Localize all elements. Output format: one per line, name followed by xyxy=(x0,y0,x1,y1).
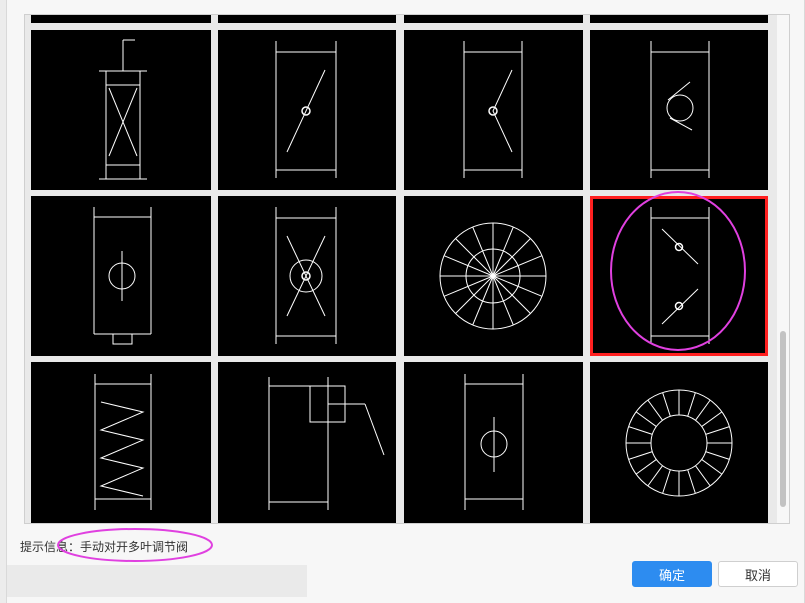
symbol-cell-damper-spring-circle[interactable] xyxy=(590,30,768,190)
symbol-cell-manual-opposed-multi-blade-damper[interactable] xyxy=(590,196,768,356)
hint-info: 提示信息：手动对开多叶调节阀 xyxy=(20,538,188,555)
damper-side-actuator-icon xyxy=(268,377,385,510)
ring-vaned-circle-icon xyxy=(625,389,733,497)
symbol-cell-damper-circle-with-bottom-tab[interactable] xyxy=(31,196,211,356)
damper-x-circle-icon xyxy=(275,207,337,344)
symbol-cell-partial[interactable] xyxy=(31,15,211,23)
symbol-cell-partial[interactable] xyxy=(590,15,768,23)
damper-circle-tab-icon xyxy=(93,207,152,345)
symbol-cell-partial[interactable] xyxy=(218,15,396,23)
scrollbar-thumb[interactable] xyxy=(780,331,786,507)
symbol-cell-damper-small-circle[interactable] xyxy=(404,362,583,523)
symbol-picker-dialog: 提示信息：手动对开多叶调节阀 确定 取消 xyxy=(6,0,805,603)
symbol-cell-damper-single-blade-diagonal[interactable] xyxy=(218,30,396,190)
opposed-multi-blade-damper-icon xyxy=(650,207,710,344)
symbol-cell-partial[interactable] xyxy=(404,15,583,23)
damper-spring-circle-icon xyxy=(650,41,710,178)
symbol-cell-round-ring-vaned[interactable] xyxy=(590,362,768,523)
symbol-cell-damper-zigzag[interactable] xyxy=(31,362,211,523)
symbol-gallery xyxy=(24,14,790,524)
radial-vaned-circle-icon xyxy=(439,222,547,330)
symbol-cell-damper-x-with-actuator[interactable] xyxy=(31,30,211,190)
cancel-button[interactable]: 取消 xyxy=(718,561,798,587)
symbol-cell-damper-side-actuator[interactable] xyxy=(218,362,396,523)
symbol-cell-damper-bent-blade[interactable] xyxy=(404,30,583,190)
hint-value: 手动对开多叶调节阀 xyxy=(80,540,189,554)
symbol-grid xyxy=(25,15,777,523)
background-strip xyxy=(7,565,307,597)
symbol-cell-damper-x-circle[interactable] xyxy=(218,196,396,356)
hint-label: 提示信息： xyxy=(20,540,81,554)
damper-x-with-actuator-icon xyxy=(99,39,147,180)
damper-single-blade-icon xyxy=(275,41,337,178)
damper-bent-blade-icon xyxy=(463,41,523,178)
damper-zigzag-icon xyxy=(94,374,152,510)
symbol-cell-round-radial-vaned[interactable] xyxy=(404,196,583,356)
gallery-scrollbar[interactable] xyxy=(777,15,789,523)
ok-button[interactable]: 确定 xyxy=(632,561,712,587)
damper-small-circle-icon xyxy=(464,374,524,510)
